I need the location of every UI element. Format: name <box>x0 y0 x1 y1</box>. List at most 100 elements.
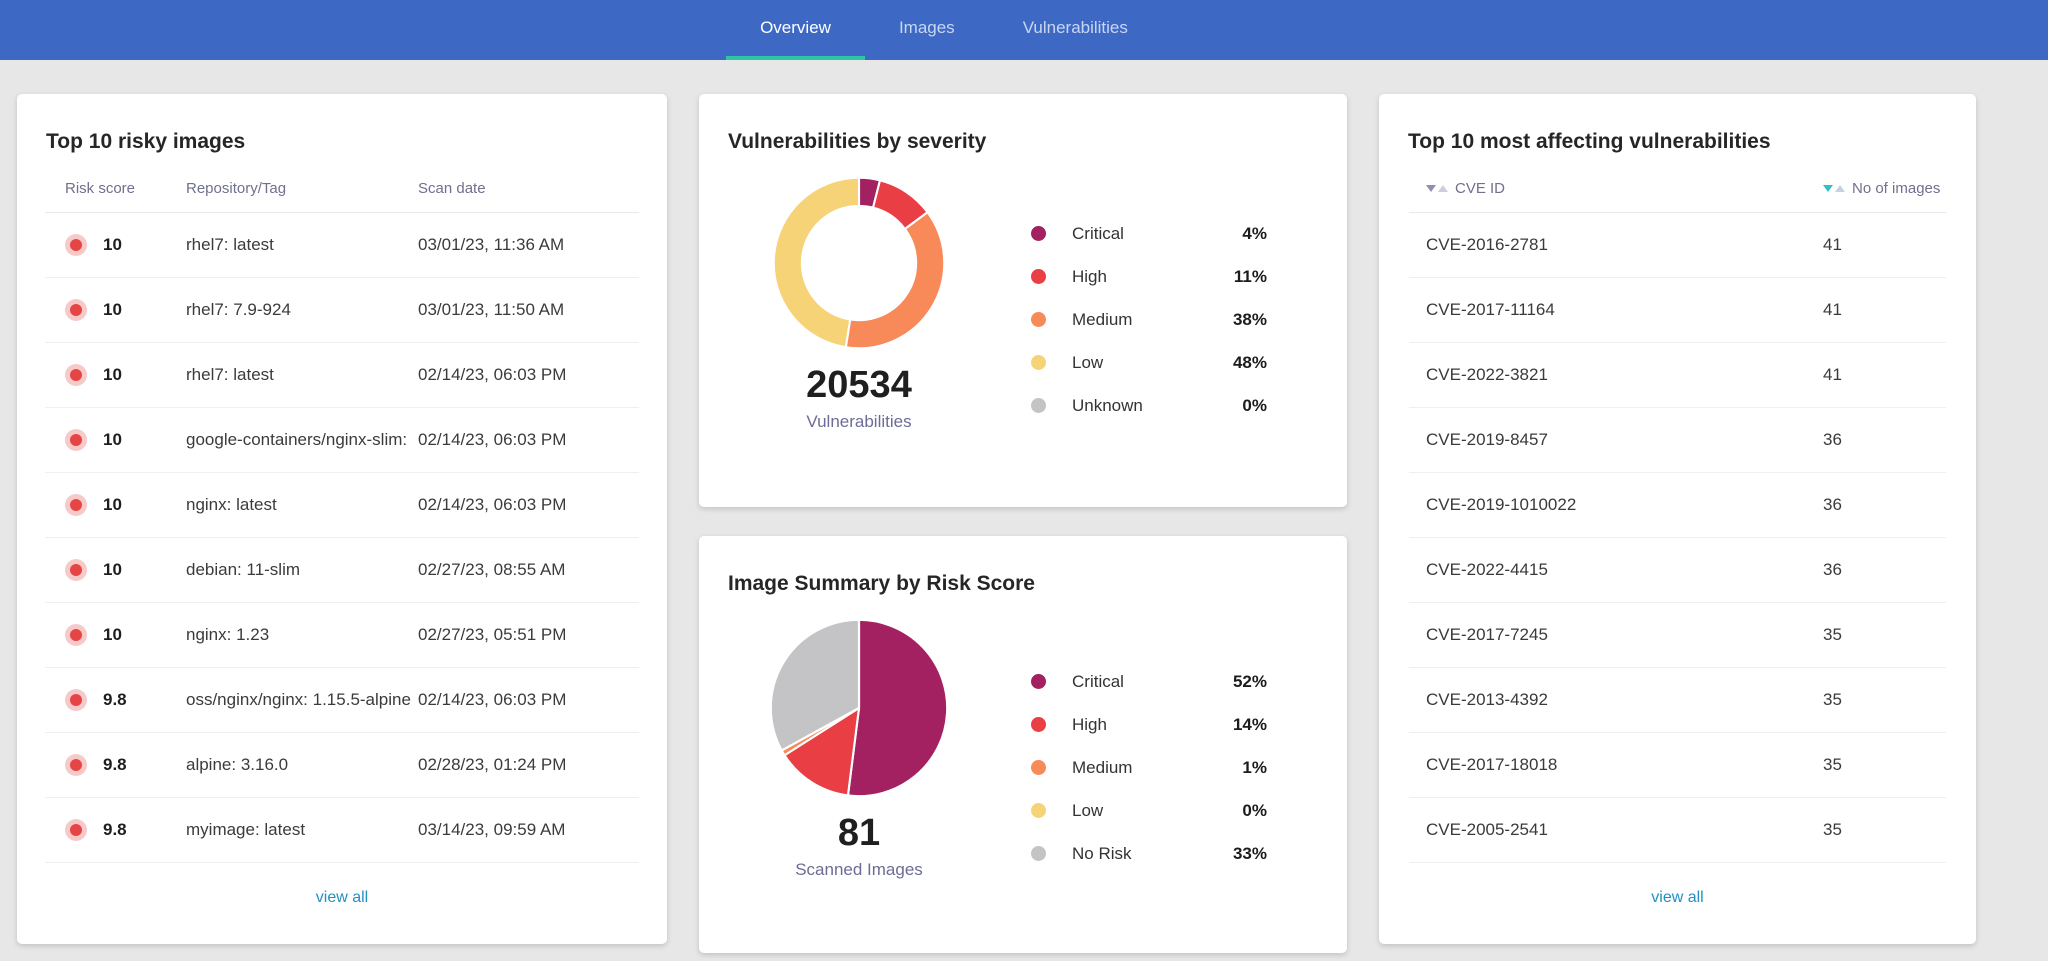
image-count: 36 <box>1823 495 1946 515</box>
legend-item-low[interactable]: Low0% <box>1031 789 1267 832</box>
legend-item-high[interactable]: High11% <box>1031 255 1267 298</box>
column-scan-date: Scan date <box>418 180 639 197</box>
vulnerability-row[interactable]: CVE-2013-4392 35 <box>1409 668 1946 733</box>
column-cve-id-sort[interactable]: CVE ID <box>1409 180 1823 197</box>
legend-percentage: 38% <box>1233 310 1267 330</box>
legend-label: Unknown <box>1072 396 1242 416</box>
chart-segment-critical <box>848 620 947 796</box>
image-count: 35 <box>1823 820 1946 840</box>
risk-score-value: 10 <box>103 300 122 320</box>
legend-label: Low <box>1072 353 1233 373</box>
risk-level-dot-icon <box>65 494 87 516</box>
legend-percentage: 14% <box>1233 715 1267 735</box>
scan-date: 03/01/23, 11:36 AM <box>418 235 639 255</box>
risky-image-row[interactable]: 10 google-containers/nginx-slim: 02/14/2… <box>45 408 639 473</box>
repository-tag: alpine: 3.16.0 <box>186 755 418 775</box>
vulnerability-total-label: Vulnerabilities <box>806 412 911 432</box>
repository-tag: rhel7: latest <box>186 235 418 255</box>
vulnerability-row[interactable]: CVE-2016-2781 41 <box>1409 213 1946 278</box>
image-count: 35 <box>1823 755 1946 775</box>
legend-item-critical[interactable]: Critical4% <box>1031 212 1267 255</box>
risk-score-cell: 10 <box>65 429 186 451</box>
risk-level-dot-icon <box>65 299 87 321</box>
vulnerability-row[interactable]: CVE-2017-11164 41 <box>1409 278 1946 343</box>
legend-item-high[interactable]: High14% <box>1031 703 1267 746</box>
risk-level-dot-icon <box>65 364 87 386</box>
repository-tag: rhel7: latest <box>186 365 418 385</box>
risk-score-value: 10 <box>103 560 122 580</box>
top-vulnerabilities-table: CVE ID No of images CVE-2016-2781 41 <box>1379 154 1976 863</box>
risky-images-view-all-link[interactable]: view all <box>17 863 667 933</box>
legend-color-dot-icon <box>1031 846 1046 861</box>
legend-item-medium[interactable]: Medium1% <box>1031 746 1267 789</box>
legend-item-medium[interactable]: Medium38% <box>1031 298 1267 341</box>
risk-level-dot-icon <box>65 819 87 841</box>
risk-level-dot-icon <box>65 559 87 581</box>
sort-desc-active-icon <box>1823 185 1833 192</box>
column-no-of-images-sort[interactable]: No of images <box>1823 180 1946 197</box>
image-count: 36 <box>1823 560 1946 580</box>
vulnerability-row[interactable]: CVE-2022-4415 36 <box>1409 538 1946 603</box>
risky-image-row[interactable]: 10 rhel7: latest 03/01/23, 11:36 AM <box>45 213 639 278</box>
risk-score-legend: Critical52%High14%Medium1%Low0%No Risk33… <box>1031 660 1267 880</box>
risk-score-value: 10 <box>103 495 122 515</box>
scanned-images-label: Scanned Images <box>795 860 923 880</box>
sort-asc-icon <box>1438 185 1448 192</box>
risk-score-cell: 10 <box>65 559 186 581</box>
risky-image-row[interactable]: 9.8 alpine: 3.16.0 02/28/23, 01:24 PM <box>45 733 639 798</box>
top-vulnerabilities-view-all-link[interactable]: view all <box>1379 863 1976 933</box>
legend-label: High <box>1072 267 1234 287</box>
scanned-images-count: 81 <box>838 812 880 855</box>
cve-id: CVE-2019-8457 <box>1409 430 1823 450</box>
legend-item-low[interactable]: Low48% <box>1031 341 1267 384</box>
legend-label: Medium <box>1072 310 1233 330</box>
repository-tag: myimage: latest <box>186 820 418 840</box>
image-count: 41 <box>1823 365 1946 385</box>
nav-tab[interactable]: Images <box>865 0 989 60</box>
repository-tag: oss/nginx/nginx: 1.15.5-alpine <box>186 690 418 710</box>
cve-id: CVE-2019-1010022 <box>1409 495 1823 515</box>
vulnerability-row[interactable]: CVE-2019-8457 36 <box>1409 408 1946 473</box>
risk-score-cell: 9.8 <box>65 689 186 711</box>
risky-image-row[interactable]: 10 nginx: 1.23 02/27/23, 05:51 PM <box>45 603 639 668</box>
sort-desc-icon <box>1426 185 1436 192</box>
vulnerability-row[interactable]: CVE-2017-18018 35 <box>1409 733 1946 798</box>
cve-id: CVE-2017-11164 <box>1409 300 1823 320</box>
legend-item-no-risk[interactable]: No Risk33% <box>1031 832 1267 875</box>
risky-image-row[interactable]: 10 rhel7: latest 02/14/23, 06:03 PM <box>45 343 639 408</box>
legend-label: Medium <box>1072 758 1242 778</box>
risk-level-dot-icon <box>65 234 87 256</box>
risk-score-cell: 10 <box>65 299 186 321</box>
legend-color-dot-icon <box>1031 717 1046 732</box>
sort-icons <box>1426 185 1448 192</box>
vulnerability-row[interactable]: CVE-2022-3821 41 <box>1409 343 1946 408</box>
risk-score-value: 10 <box>103 625 122 645</box>
risky-images-rows: 10 rhel7: latest 03/01/23, 11:36 AM 10 r… <box>45 213 639 863</box>
risk-level-dot-icon <box>65 754 87 776</box>
vulnerability-row[interactable]: CVE-2005-2541 35 <box>1409 798 1946 863</box>
scan-date: 02/27/23, 05:51 PM <box>418 625 639 645</box>
sort-asc-icon <box>1835 185 1845 192</box>
legend-item-unknown[interactable]: Unknown0% <box>1031 384 1267 427</box>
risky-image-row[interactable]: 10 nginx: latest 02/14/23, 06:03 PM <box>45 473 639 538</box>
risky-image-row[interactable]: 10 rhel7: 7.9-924 03/01/23, 11:50 AM <box>45 278 639 343</box>
vulnerability-row[interactable]: CVE-2019-1010022 36 <box>1409 473 1946 538</box>
risk-score-pie-chart <box>769 618 949 798</box>
legend-percentage: 0% <box>1242 801 1267 821</box>
risky-image-row[interactable]: 9.8 oss/nginx/nginx: 1.15.5-alpine 02/14… <box>45 668 639 733</box>
image-count: 35 <box>1823 625 1946 645</box>
risky-image-row[interactable]: 9.8 myimage: latest 03/14/23, 09:59 AM <box>45 798 639 863</box>
charts-column: Vulnerabilities by severity 20534 Vulner… <box>699 94 1347 953</box>
risk-score-value: 9.8 <box>103 755 127 775</box>
risky-images-title: Top 10 risky images <box>17 94 667 154</box>
repository-tag: nginx: latest <box>186 495 418 515</box>
scan-date: 02/28/23, 01:24 PM <box>418 755 639 775</box>
legend-color-dot-icon <box>1031 269 1046 284</box>
vulnerability-row[interactable]: CVE-2017-7245 35 <box>1409 603 1946 668</box>
cve-id: CVE-2005-2541 <box>1409 820 1823 840</box>
legend-item-critical[interactable]: Critical52% <box>1031 660 1267 703</box>
risky-image-row[interactable]: 10 debian: 11-slim 02/27/23, 08:55 AM <box>45 538 639 603</box>
nav-tab[interactable]: Overview <box>726 0 865 60</box>
nav-tab[interactable]: Vulnerabilities <box>989 0 1162 60</box>
risky-images-panel: Top 10 risky images Risk score Repositor… <box>17 94 667 944</box>
